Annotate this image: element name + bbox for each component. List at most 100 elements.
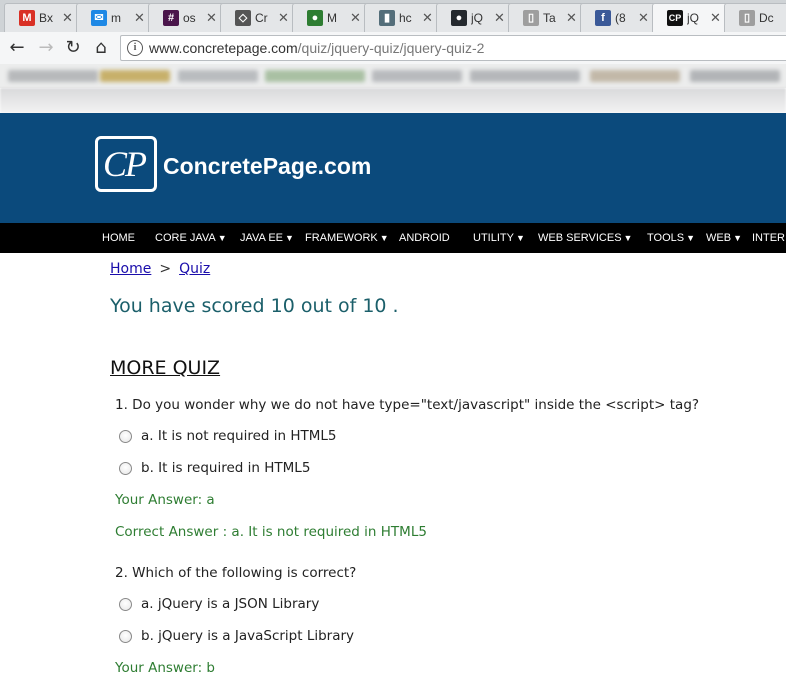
nav-label: WEB [706,232,732,244]
caret-down-icon: ▼ [515,233,525,243]
url-text[interactable]: www.concretepage.com/quiz/jquery-quiz/jq… [149,40,484,56]
nav-item-inter[interactable]: INTER [752,232,785,244]
tab-title: (8 [615,11,626,25]
browser-tab[interactable]: ▮ hc ✕ [364,3,440,32]
caret-down-icon: ▼ [285,233,294,243]
radio-button[interactable] [119,430,132,443]
browser-tab[interactable]: ● jQ ✕ [436,3,512,32]
page-icon: ▯ [523,10,539,26]
caret-down-icon: ▼ [379,233,389,243]
more-quiz-heading[interactable]: MORE QUIZ [110,357,220,379]
reload-icon[interactable]: ↻ [62,37,84,59]
score-text: You have scored 10 out of 10 . [110,295,399,317]
tab-title: jQ [687,11,699,25]
radio-button[interactable] [119,598,132,611]
tab-title: jQ [471,11,483,25]
back-icon[interactable]: ← [6,37,28,59]
trello-icon: ▮ [379,10,395,26]
correct-answer: Correct Answer : a. It is not required i… [115,524,427,540]
site-header: CP ConcretePage.com [0,113,786,223]
breadcrumb-home-link[interactable]: Home [110,261,151,277]
your-answer: Your Answer: b [115,660,216,676]
bookmark-item[interactable] [470,70,580,82]
close-icon[interactable]: ✕ [494,10,505,26]
browser-tab[interactable]: ◇ Cr ✕ [220,3,296,32]
bookmark-item[interactable] [690,70,780,82]
nav-item-home[interactable]: HOME [102,232,135,244]
nav-item-tools[interactable]: TOOLS ▼ [647,232,695,244]
gmail-icon: M [19,10,35,26]
caret-down-icon: ▼ [623,233,633,243]
site-logo[interactable]: CP [95,136,157,192]
browser-toolbar: ← → ↻ ⌂ i www.concretepage.com/quiz/jque… [0,32,786,64]
browser-tab[interactable]: ▯ Dc [724,3,786,32]
breadcrumb-quiz-link[interactable]: Quiz [179,261,210,277]
your-answer: Your Answer: a [115,492,215,508]
nav-item-core-java[interactable]: CORE JAVA ▼ [155,232,227,244]
facebook-icon: f [595,10,611,26]
main-nav: HOME CORE JAVA ▼ JAVA EE ▼ FRAMEWORK ▼ ANDR… [0,223,786,253]
breadcrumb: Home > Quiz [110,261,210,277]
address-bar[interactable]: i www.concretepage.com/quiz/jquery-quiz/… [120,35,786,61]
nav-label: HOME [102,232,135,244]
caret-down-icon: ▼ [686,233,696,243]
url-path: /quiz/jquery-quiz/jquery-quiz-2 [297,40,485,56]
close-icon[interactable]: ✕ [422,10,433,26]
close-icon[interactable]: ✕ [710,10,721,26]
app-icon: ● [307,10,323,26]
bookmark-item[interactable] [8,70,98,82]
option-label: b. jQuery is a JavaScript Library [141,628,355,644]
bookmark-item[interactable] [372,70,462,82]
tab-title: Cr [255,11,268,25]
radio-button[interactable] [119,462,132,475]
browser-tab[interactable]: ✉ m ✕ [76,3,152,32]
slack-icon: # [163,10,179,26]
nav-label: WEB SERVICES [538,232,622,244]
close-icon[interactable]: ✕ [638,10,649,26]
tab-title: Dc [759,11,774,25]
site-name[interactable]: ConcretePage.com [163,153,371,180]
blurred-region [0,88,786,113]
close-icon[interactable]: ✕ [278,10,289,26]
nav-label: JAVA EE [240,232,284,244]
bookmarks-bar [0,64,786,88]
caret-down-icon: ▼ [733,233,742,243]
nav-item-utility[interactable]: UTILITY ▼ [473,232,525,244]
close-icon[interactable]: ✕ [566,10,577,26]
bookmark-item[interactable] [178,70,258,82]
mail-icon: ✉ [91,10,107,26]
nav-item-web[interactable]: WEB ▼ [706,232,742,244]
forward-icon[interactable]: → [35,37,57,59]
bookmark-item[interactable] [590,70,680,82]
tab-title: Bx [39,11,54,25]
tab-title: Ta [543,11,556,25]
nav-item-framework[interactable]: FRAMEWORK ▼ [305,232,389,244]
nav-item-web-services[interactable]: WEB SERVICES ▼ [538,232,632,244]
page-icon: ▯ [739,10,755,26]
bookmark-item[interactable] [265,70,365,82]
logo-monogram: CP [103,144,147,184]
nav-item-java-ee[interactable]: JAVA EE ▼ [240,232,294,244]
breadcrumb-separator: > [159,261,172,277]
nav-item-android[interactable]: ANDROID [399,232,450,244]
bookmark-item[interactable] [100,70,170,82]
nav-label: UTILITY [473,232,514,244]
browser-tab[interactable]: f (8 ✕ [580,3,656,32]
nav-label: INTER [752,232,785,244]
browser-tab[interactable]: ▯ Ta ✕ [508,3,584,32]
radio-button[interactable] [119,630,132,643]
tab-title: M [327,11,337,25]
close-icon[interactable]: ✕ [206,10,217,26]
browser-tab[interactable]: # os ✕ [148,3,224,32]
info-icon[interactable]: i [127,40,143,56]
close-icon[interactable]: ✕ [350,10,361,26]
home-icon[interactable]: ⌂ [90,37,112,59]
codepen-icon: ◇ [235,10,251,26]
browser-tab-active[interactable]: CP jQ ✕ [652,3,728,32]
nav-label: FRAMEWORK [305,232,378,244]
tab-title: m [111,11,121,25]
close-icon[interactable]: ✕ [62,10,73,26]
close-icon[interactable]: ✕ [134,10,145,26]
browser-tab[interactable]: ● M ✕ [292,3,368,32]
browser-tab[interactable]: M Bx ✕ [4,3,80,32]
